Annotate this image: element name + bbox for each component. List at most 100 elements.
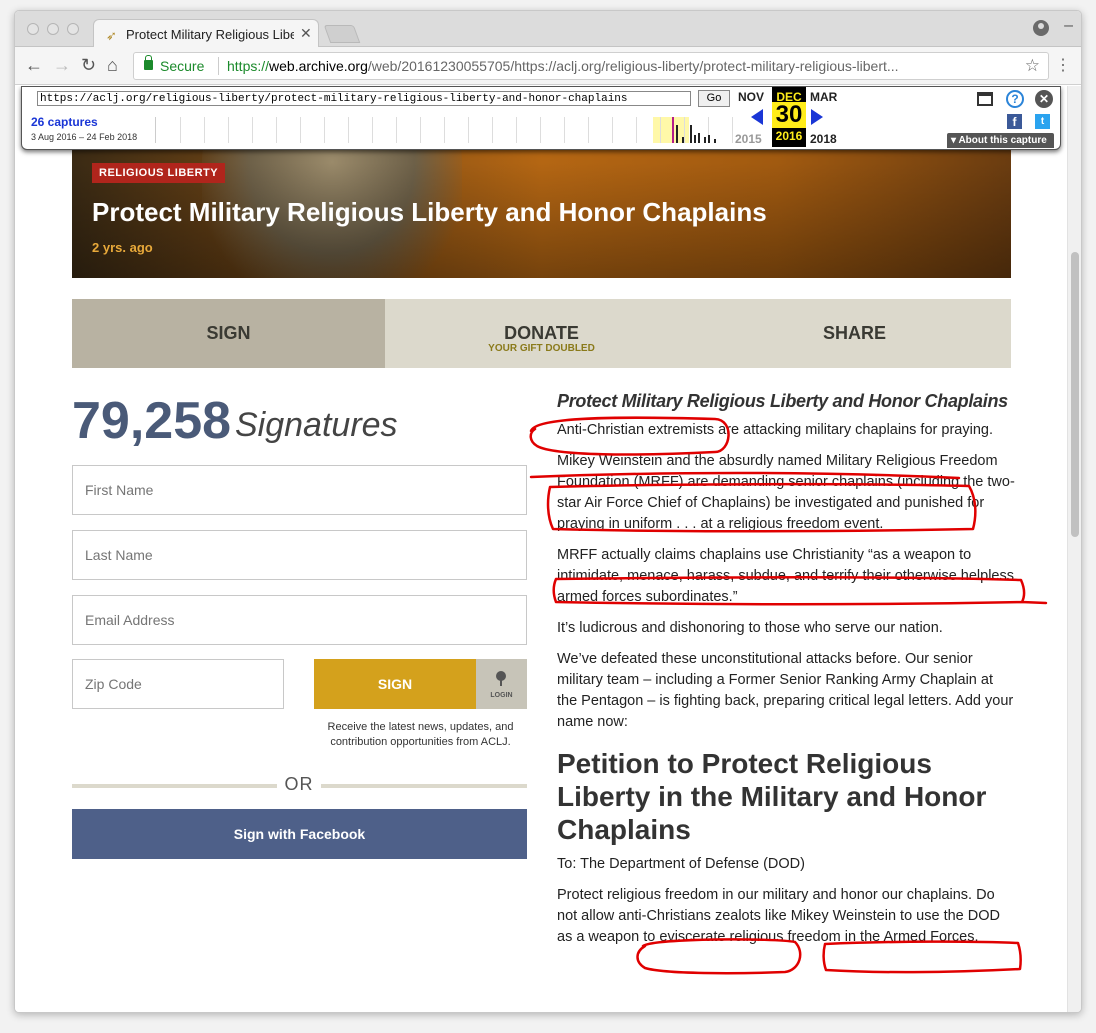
sign-with-facebook-button[interactable]: Sign with Facebook — [72, 809, 527, 859]
tab-sign[interactable]: SIGN — [72, 299, 385, 368]
wayback-url-input[interactable] — [37, 91, 691, 106]
spark-tick — [372, 117, 373, 143]
wayback-month-next[interactable]: MAR — [810, 90, 837, 104]
spark-tick — [588, 117, 589, 143]
spark-tick — [180, 117, 181, 143]
signature-label: Signatures — [235, 406, 398, 444]
wayback-next-arrow-icon[interactable] — [811, 109, 823, 125]
spark-tick — [324, 117, 325, 143]
window-minimize-icon[interactable]: – — [1064, 17, 1073, 35]
address-toolbar: ← → ↻ ⌂ Secure https://web.archive.org/w… — [15, 47, 1081, 85]
wayback-day: 30 — [772, 102, 806, 128]
menu-icon[interactable]: ⋮ — [1055, 55, 1071, 75]
url-separator — [218, 57, 219, 75]
spark-bar — [672, 117, 674, 143]
home-icon[interactable]: ⌂ — [107, 55, 118, 76]
petition-title: Petition to Protect Religious Liberty in… — [557, 748, 987, 845]
twitter-icon[interactable]: t — [1035, 114, 1050, 129]
wayback-captures-link[interactable]: 26 captures — [31, 115, 98, 129]
action-bar: SIGN DONATE YOUR GIFT DOUBLED SHARE — [72, 299, 1011, 368]
article-paragraph: We’ve defeated these unconstitutional at… — [557, 651, 1014, 730]
tab-share[interactable]: SHARE — [698, 323, 1011, 344]
spark-tick — [276, 117, 277, 143]
wayback-capture-range: 3 Aug 2016 – 24 Feb 2018 — [31, 132, 138, 142]
tab-title: Protect Military Religious Libe — [126, 27, 294, 42]
wayback-current-capture: DEC 30 2016 — [772, 87, 806, 147]
tab-donate[interactable]: DONATE — [385, 323, 698, 344]
consent-text: Receive the latest news, updates, and co… — [327, 721, 514, 748]
tab-active[interactable]: ➶ Protect Military Religious Libe ✕ — [93, 19, 319, 48]
first-name-field[interactable] — [72, 465, 527, 515]
spark-bar — [676, 125, 678, 143]
or-label: OR — [284, 774, 314, 794]
tab-close-icon[interactable]: ✕ — [300, 25, 312, 42]
spark-bar — [690, 125, 692, 143]
back-icon[interactable]: ← — [25, 55, 43, 76]
wayback-prev-arrow-icon[interactable] — [751, 109, 763, 125]
close-window-light[interactable] — [27, 23, 39, 35]
url-text: https://web.archive.org/web/201612300557… — [227, 58, 1027, 74]
profile-icon[interactable] — [1033, 20, 1049, 36]
wayback-sparkline[interactable] — [155, 117, 739, 143]
scrollbar[interactable] — [1067, 86, 1081, 1012]
sign-button[interactable]: SIGN — [314, 659, 476, 709]
spark-tick — [564, 117, 565, 143]
forward-icon[interactable]: → — [53, 55, 71, 76]
post-date: 2 yrs. ago — [92, 240, 153, 255]
lock-icon — [144, 55, 153, 70]
article-paragraph: It’s ludicrous and dishonoring to those … — [557, 620, 943, 636]
spark-bar — [682, 137, 684, 143]
login-button[interactable]: LOGIN — [476, 659, 527, 709]
tab-sign-label: SIGN — [206, 323, 251, 343]
spark-tick — [732, 117, 733, 143]
wayback-year-prev[interactable]: 2015 — [735, 132, 762, 146]
key-icon — [496, 671, 506, 686]
petition-recipient: To: The Department of Defense (DOD) — [557, 856, 805, 872]
scrollbar-thumb[interactable] — [1071, 252, 1079, 537]
url-path: /web/20161230055705/https://aclj.org/rel… — [367, 58, 899, 74]
spark-tick — [612, 117, 613, 143]
wayback-month-prev[interactable]: NOV — [738, 90, 764, 104]
spark-tick — [636, 117, 637, 143]
category-tag[interactable]: RELIGIOUS LIBERTY — [92, 163, 226, 183]
article-heading: Protect Military Religious Liberty and H… — [557, 391, 1008, 411]
secure-label: Secure — [160, 58, 205, 74]
spark-bar — [694, 135, 696, 143]
minimize-window-light[interactable] — [47, 23, 59, 35]
spark-tick — [228, 117, 229, 143]
wayback-year-next[interactable]: 2018 — [810, 132, 837, 146]
zoom-window-light[interactable] — [67, 23, 79, 35]
facebook-icon[interactable]: f — [1007, 114, 1022, 129]
url-scheme: https:// — [227, 58, 270, 74]
spark-tick — [348, 117, 349, 143]
help-icon[interactable]: ? — [1006, 90, 1024, 108]
wayback-toolbar: Go 26 captures 3 Aug 2016 – 24 Feb 2018 — [21, 86, 1061, 150]
spark-tick — [540, 117, 541, 143]
login-label: LOGIN — [490, 692, 513, 699]
address-bar[interactable]: Secure https://web.archive.org/web/20161… — [133, 52, 1049, 80]
spark-bar — [698, 133, 700, 143]
close-icon[interactable]: ✕ — [1035, 90, 1053, 108]
page-content: RELIGIOUS LIBERTY Protect Military Relig… — [15, 86, 1069, 1012]
spark-bar — [708, 135, 710, 143]
article-body: Protect Military Religious Liberty and H… — [557, 391, 1017, 958]
spark-tick — [684, 117, 685, 143]
email-field[interactable] — [72, 595, 527, 645]
spark-tick — [516, 117, 517, 143]
url-host: web.archive.org — [269, 58, 368, 74]
new-tab-button[interactable] — [323, 25, 361, 43]
zip-code-field[interactable] — [72, 659, 284, 709]
about-capture-button[interactable]: ▾ About this capture — [947, 133, 1054, 148]
last-name-field[interactable] — [72, 530, 527, 580]
tab-strip: ➶ Protect Military Religious Libe ✕ – — [15, 11, 1081, 48]
spark-tick — [300, 117, 301, 143]
article-paragraph: Anti-Christian extremists are attacking … — [557, 422, 993, 438]
divider — [72, 784, 277, 788]
donate-subtitle: YOUR GIFT DOUBLED — [488, 343, 595, 354]
window-icon[interactable] — [977, 92, 993, 106]
wayback-go-button[interactable]: Go — [698, 90, 730, 107]
reload-icon[interactable]: ↻ — [81, 55, 96, 76]
bookmark-star-icon[interactable]: ☆ — [1025, 56, 1040, 76]
spark-bar — [714, 139, 716, 143]
page-title: Protect Military Religious Liberty and H… — [92, 197, 767, 227]
